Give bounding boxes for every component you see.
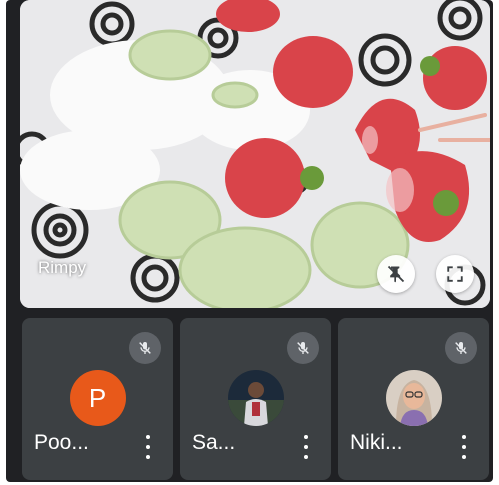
main-video-tile[interactable]: Rimpy — [20, 0, 490, 308]
avatar: P — [69, 370, 126, 426]
participant-name: Sa... — [192, 431, 236, 454]
avatar-photo — [227, 370, 284, 426]
pin-off-icon — [387, 265, 405, 283]
participant-name-label: Rimpy — [38, 258, 87, 277]
mic-off-icon — [139, 342, 151, 354]
more-options-button[interactable] — [301, 435, 311, 459]
video-feed — [20, 0, 490, 308]
mic-off-icon — [297, 342, 309, 354]
fullscreen-button[interactable] — [436, 255, 474, 293]
mic-off-icon — [455, 342, 467, 354]
unpin-button[interactable] — [377, 255, 415, 293]
participant-tile[interactable]: Sa... — [180, 318, 331, 480]
avatar — [227, 370, 284, 426]
more-options-button[interactable] — [459, 435, 469, 459]
meeting-grid: Rimpy P Poo... Sa... Niki... — [6, 0, 493, 482]
participant-name: Poo... — [34, 431, 89, 454]
more-options-button[interactable] — [143, 435, 153, 459]
mic-off-badge — [445, 332, 477, 364]
avatar — [385, 370, 442, 426]
fullscreen-icon — [447, 266, 463, 282]
mic-off-badge — [287, 332, 319, 364]
participant-name: Niki... — [350, 431, 403, 454]
participant-tile[interactable]: Niki... — [338, 318, 489, 480]
avatar-photo — [385, 370, 442, 426]
mic-off-badge — [129, 332, 161, 364]
participant-tile[interactable]: P Poo... — [22, 318, 173, 480]
